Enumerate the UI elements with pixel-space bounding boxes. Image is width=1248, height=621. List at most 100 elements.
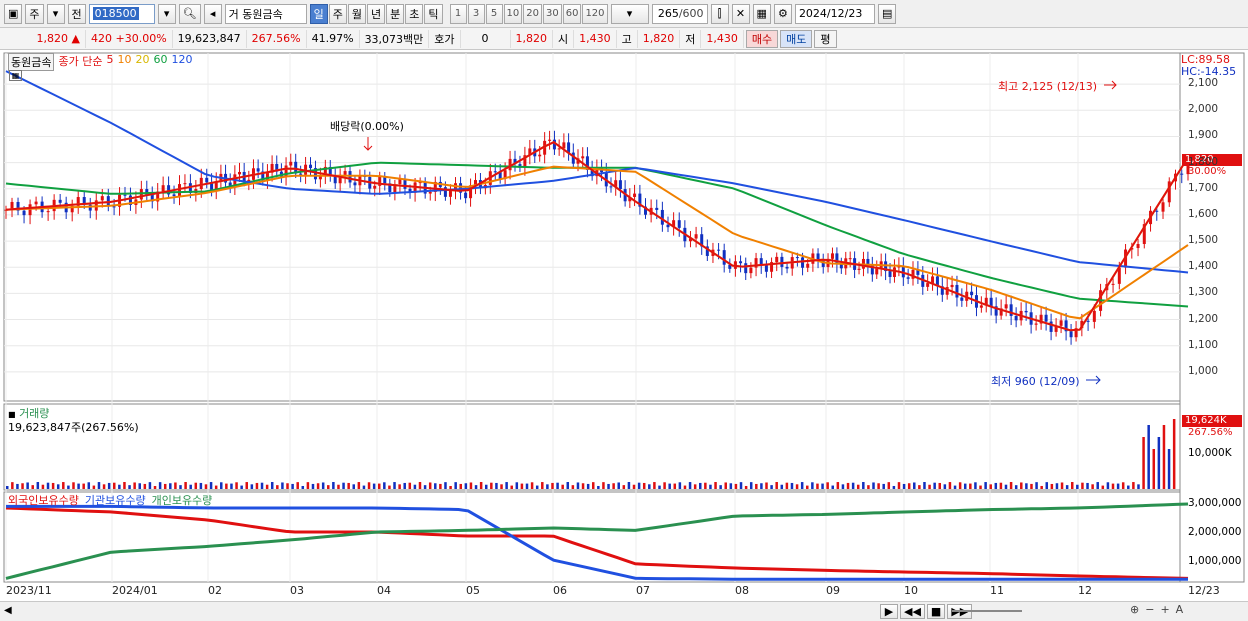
bottom-scrollbar[interactable]: ◀ ▶ ◀◀ ■ ▶▶ ⊕ − + A [0, 601, 1248, 621]
candle-body [100, 196, 104, 201]
volume-tag: 19,624K [1185, 415, 1227, 426]
stock-tag[interactable]: 동원금속 [8, 53, 55, 71]
volume-bar [856, 484, 860, 489]
font-size-icon[interactable]: A [1176, 603, 1184, 616]
volume-bar [994, 482, 998, 489]
zoom-tools: ⊕ − + A [1130, 603, 1183, 616]
tab-period-1[interactable]: 주 [328, 3, 347, 24]
chart-area[interactable] [0, 50, 1248, 621]
eval-button[interactable]: 평 [814, 29, 837, 48]
candle-body [199, 177, 203, 190]
candle-body [348, 171, 352, 183]
layout-icon[interactable]: ▣ [4, 3, 23, 24]
grid-icon[interactable]: ▦ [752, 3, 771, 24]
ma-10[interactable]: 10 [117, 53, 131, 71]
tab-period-3[interactable]: 년 [367, 3, 386, 24]
tab-period-0[interactable]: 일 [309, 3, 328, 24]
volume-bar [250, 484, 254, 489]
speaker-icon[interactable]: ◂ [203, 3, 222, 24]
interval-button-20[interactable]: 20 [523, 3, 542, 24]
ma-60[interactable]: 60 [153, 53, 167, 71]
candle-body [749, 267, 753, 274]
rewind-icon[interactable]: ◀◀ [900, 604, 925, 619]
volume-bar [795, 484, 799, 489]
holding-legend: 외국인보유수량 기관보유수량 개인보유수량 [8, 492, 212, 508]
volume-bar [26, 482, 29, 489]
minus-icon[interactable]: − [1145, 603, 1154, 616]
volume-bar [153, 485, 157, 489]
volume-bar [1055, 483, 1059, 489]
x-tick-label: 12 [1078, 584, 1092, 597]
candle-body [22, 210, 26, 216]
volume-bar [184, 482, 187, 489]
tab-period-5[interactable]: 초 [405, 3, 424, 24]
ma-120[interactable]: 120 [171, 53, 192, 71]
current-price: 1,820 ▲ [4, 29, 86, 48]
interval-button-30[interactable]: 30 [542, 3, 562, 24]
buy-button[interactable]: 매수 [745, 29, 779, 48]
tab-period-2[interactable]: 월 [347, 3, 366, 24]
volume-bar [1040, 485, 1043, 489]
volume-bar [938, 482, 942, 489]
volume-bar [291, 483, 294, 489]
candle-body [343, 171, 347, 175]
x-tick-label: 05 [466, 584, 480, 597]
individual-holding-label[interactable]: 개인보유수량 [152, 492, 213, 508]
ma-5[interactable]: 5 [106, 53, 113, 71]
volume-bar [199, 482, 203, 489]
interval-button-1[interactable]: 1 [449, 3, 467, 24]
count-input[interactable]: 265/600 [651, 3, 708, 24]
interval-button-120[interactable]: 120 [582, 3, 608, 24]
prev-label[interactable]: 전 [67, 3, 86, 24]
stop-icon[interactable]: ■ [926, 604, 946, 619]
ma-20[interactable]: 20 [135, 53, 149, 71]
volume-bar [21, 483, 24, 489]
volume-bar [800, 482, 804, 489]
mode-select[interactable]: 주 [25, 3, 44, 24]
tab-period-6[interactable]: 틱 [424, 3, 443, 24]
volume-bar [729, 483, 733, 489]
stock-code-input[interactable]: 018500 [88, 3, 155, 24]
interval-button-10[interactable]: 10 [503, 3, 523, 24]
candle-body [1092, 310, 1096, 322]
x-tick-label: 09 [826, 584, 840, 597]
zoom-slider[interactable] [952, 610, 1022, 612]
interval-button-5[interactable]: 5 [485, 3, 503, 24]
interval-button-60[interactable]: 60 [562, 3, 582, 24]
search-icon[interactable]: 🔍︎ [178, 3, 201, 24]
scroll-right-icon[interactable]: ▶ [880, 604, 898, 619]
sell-button[interactable]: 매도 [780, 29, 813, 48]
candle-body [161, 185, 165, 192]
volume-bar [974, 482, 977, 489]
gear-icon[interactable]: ⚙ [773, 3, 792, 24]
volume-bar [265, 484, 269, 489]
volume-bar [454, 482, 457, 489]
table-icon[interactable]: ▦ [9, 70, 22, 81]
stock-name-box[interactable]: 거 동원금속 [224, 3, 307, 24]
institution-holding-label[interactable]: 기관보유수량 [85, 492, 146, 508]
zoom-icon[interactable]: ⊕ [1130, 603, 1139, 616]
candle-body [1069, 331, 1073, 338]
custom-interval-select[interactable]: ▾ [610, 3, 649, 24]
dropdown-icon[interactable]: ▾ [157, 3, 176, 24]
foreign-holding-label[interactable]: 외국인보유수량 [8, 492, 79, 508]
crosshair-icon[interactable]: ✕ [731, 3, 750, 24]
volume-bar [1004, 484, 1008, 489]
calendar-icon[interactable]: ▤ [877, 3, 897, 24]
volume-bar [148, 482, 152, 489]
candle-body [888, 271, 892, 277]
candle-icon[interactable]: ⫿ [710, 3, 729, 24]
volume-bar [1009, 482, 1013, 489]
volume-bar [928, 484, 931, 489]
candle-body [816, 253, 820, 260]
tab-period-4[interactable]: 분 [386, 3, 405, 24]
date-input[interactable]: 2024/12/23 [794, 3, 875, 24]
interval-button-3[interactable]: 3 [467, 3, 485, 24]
candle-body [112, 206, 116, 208]
x-tick-label: 10 [904, 584, 918, 597]
ma-label[interactable]: 종가 단순 [58, 53, 102, 71]
chevron-down-icon[interactable]: ▾ [46, 3, 65, 24]
y-tick-label: 1,800 [1188, 155, 1219, 168]
scroll-left-icon[interactable]: ◀ [4, 605, 12, 616]
plus-icon[interactable]: + [1160, 603, 1169, 616]
